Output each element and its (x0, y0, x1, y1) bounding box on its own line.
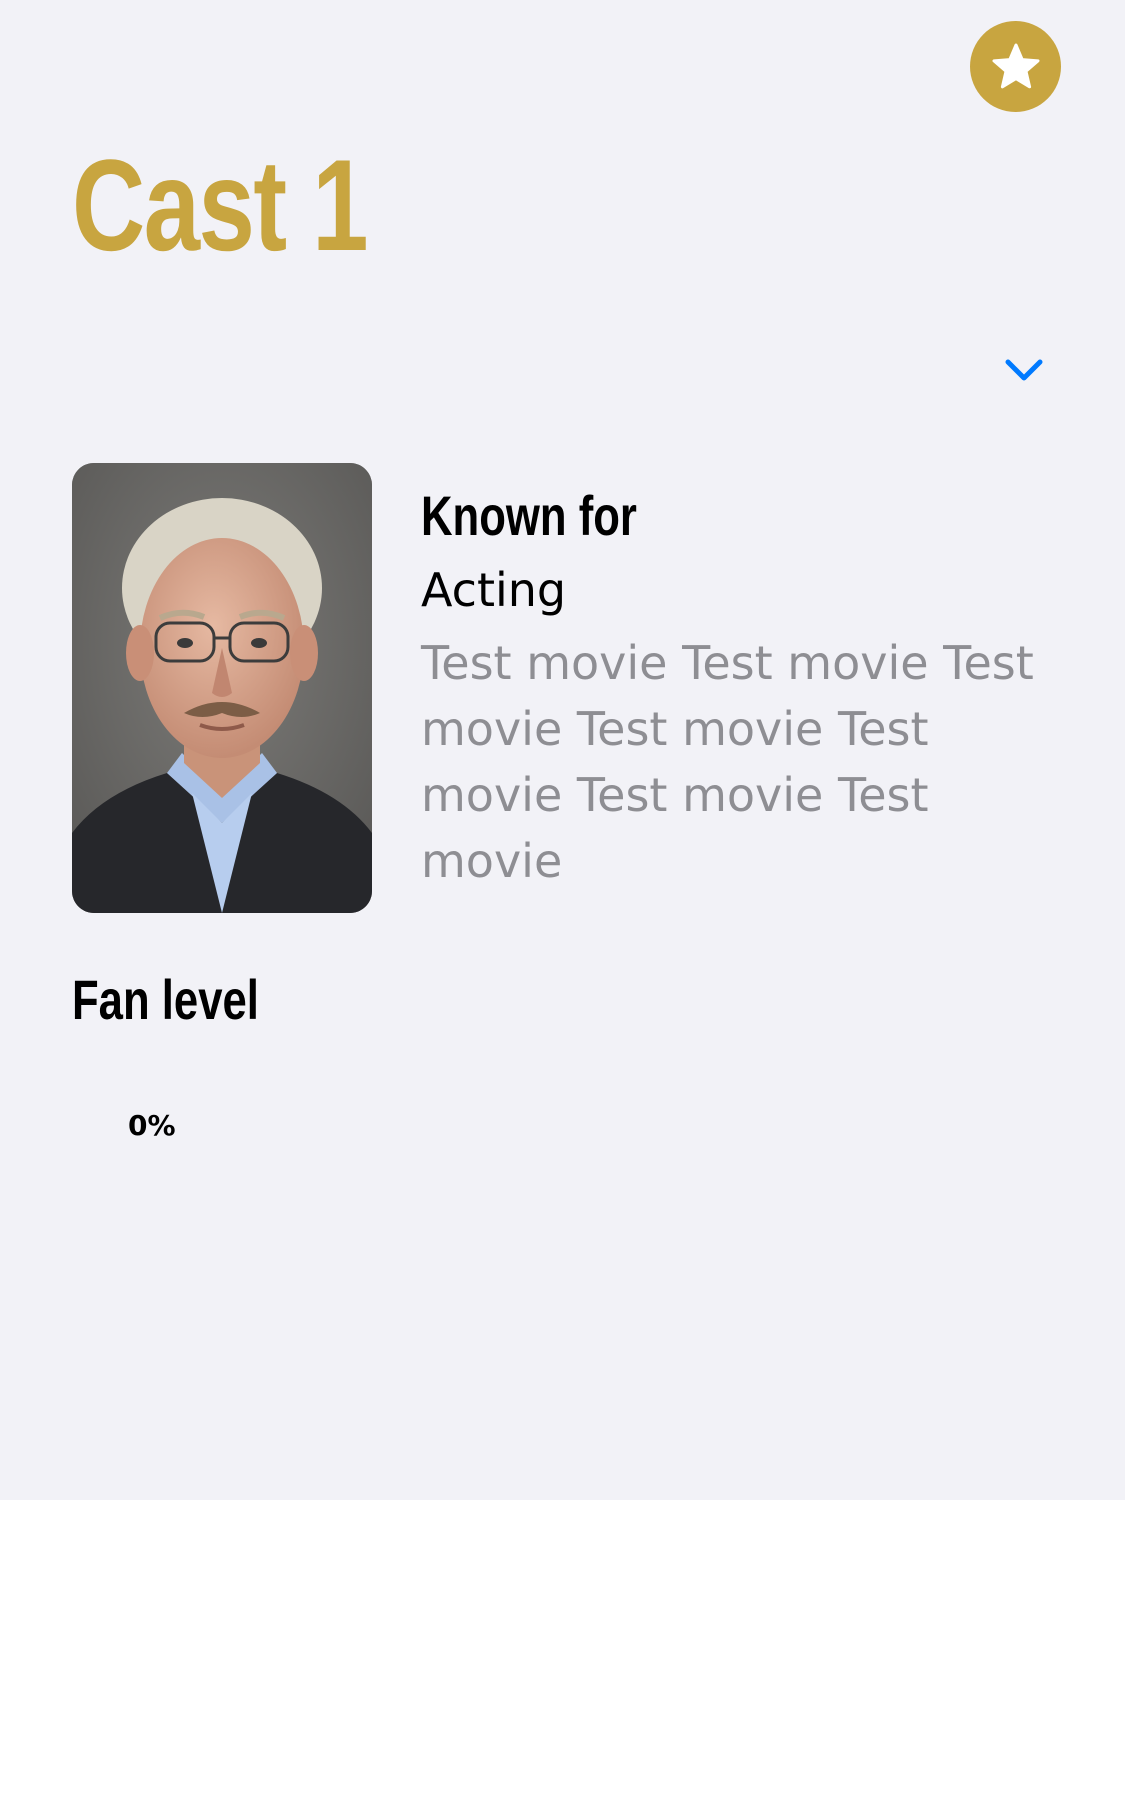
chevron-down-icon (1005, 359, 1043, 381)
profile-photo (72, 463, 372, 913)
fan-level-heading: Fan level (72, 968, 259, 1031)
bottom-area (0, 1500, 1125, 1800)
star-icon (992, 43, 1039, 88)
known-for-heading: Known for (421, 484, 637, 547)
fan-level-value: 0% (128, 1109, 176, 1142)
expand-toggle[interactable] (1000, 352, 1048, 388)
page-title: Cast 1 (72, 132, 369, 278)
favorite-button[interactable] (970, 21, 1061, 112)
screen: Cast 1 Known for Acting Test movie Test … (0, 0, 1125, 1500)
department-label: Acting (421, 563, 567, 617)
known-for-text: Test movie Test movie Test movie Test mo… (421, 636, 1034, 888)
